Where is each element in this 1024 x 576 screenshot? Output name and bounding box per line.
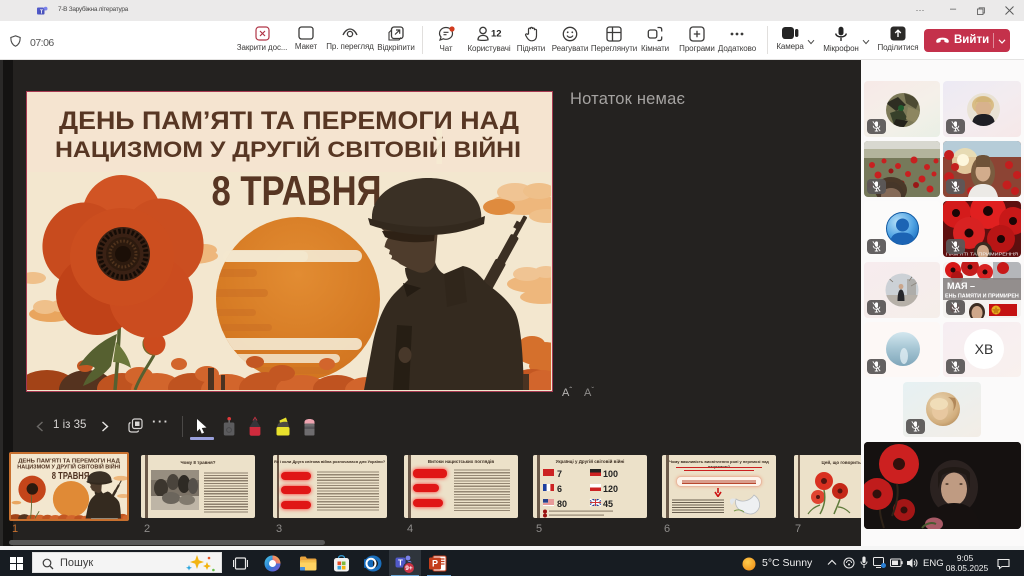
svg-text:P: P	[432, 558, 438, 568]
svg-text:ДЕНЬ ПАМ’ЯТІ ТА ПЕРЕМОГИ НАД: ДЕНЬ ПАМ’ЯТІ ТА ПЕРЕМОГИ НАД	[59, 107, 519, 135]
svg-text:8 ТРАВНЯ: 8 ТРАВНЯ	[51, 471, 89, 482]
svg-text:100: 100	[603, 469, 618, 479]
svg-text:45: 45	[603, 499, 613, 509]
svg-text:МАЯ –: МАЯ –	[947, 281, 975, 291]
svg-text:ДЕНЬ ПАМ’ЯТІ ТА ПЕРЕМОГИ НАД: ДЕНЬ ПАМ’ЯТІ ТА ПЕРЕМОГИ НАД	[18, 458, 120, 464]
svg-text:6: 6	[557, 484, 562, 494]
svg-text:7: 7	[557, 469, 562, 479]
svg-text:ЕНЬ ПАМЯТИ И ПРИМИРЕН: ЕНЬ ПАМЯТИ И ПРИМИРЕН	[945, 293, 1019, 299]
svg-text:120: 120	[603, 484, 618, 494]
svg-text:8 ТРАВНЯ: 8 ТРАВНЯ	[212, 167, 382, 214]
svg-text:80: 80	[557, 499, 567, 509]
svg-text:НАЦИЗМОМ У ДРУГІЙ СВІТОВІЙ ВІЙ: НАЦИЗМОМ У ДРУГІЙ СВІТОВІЙ ВІЙНІ	[55, 137, 521, 162]
svg-text:12: 12	[491, 29, 502, 40]
